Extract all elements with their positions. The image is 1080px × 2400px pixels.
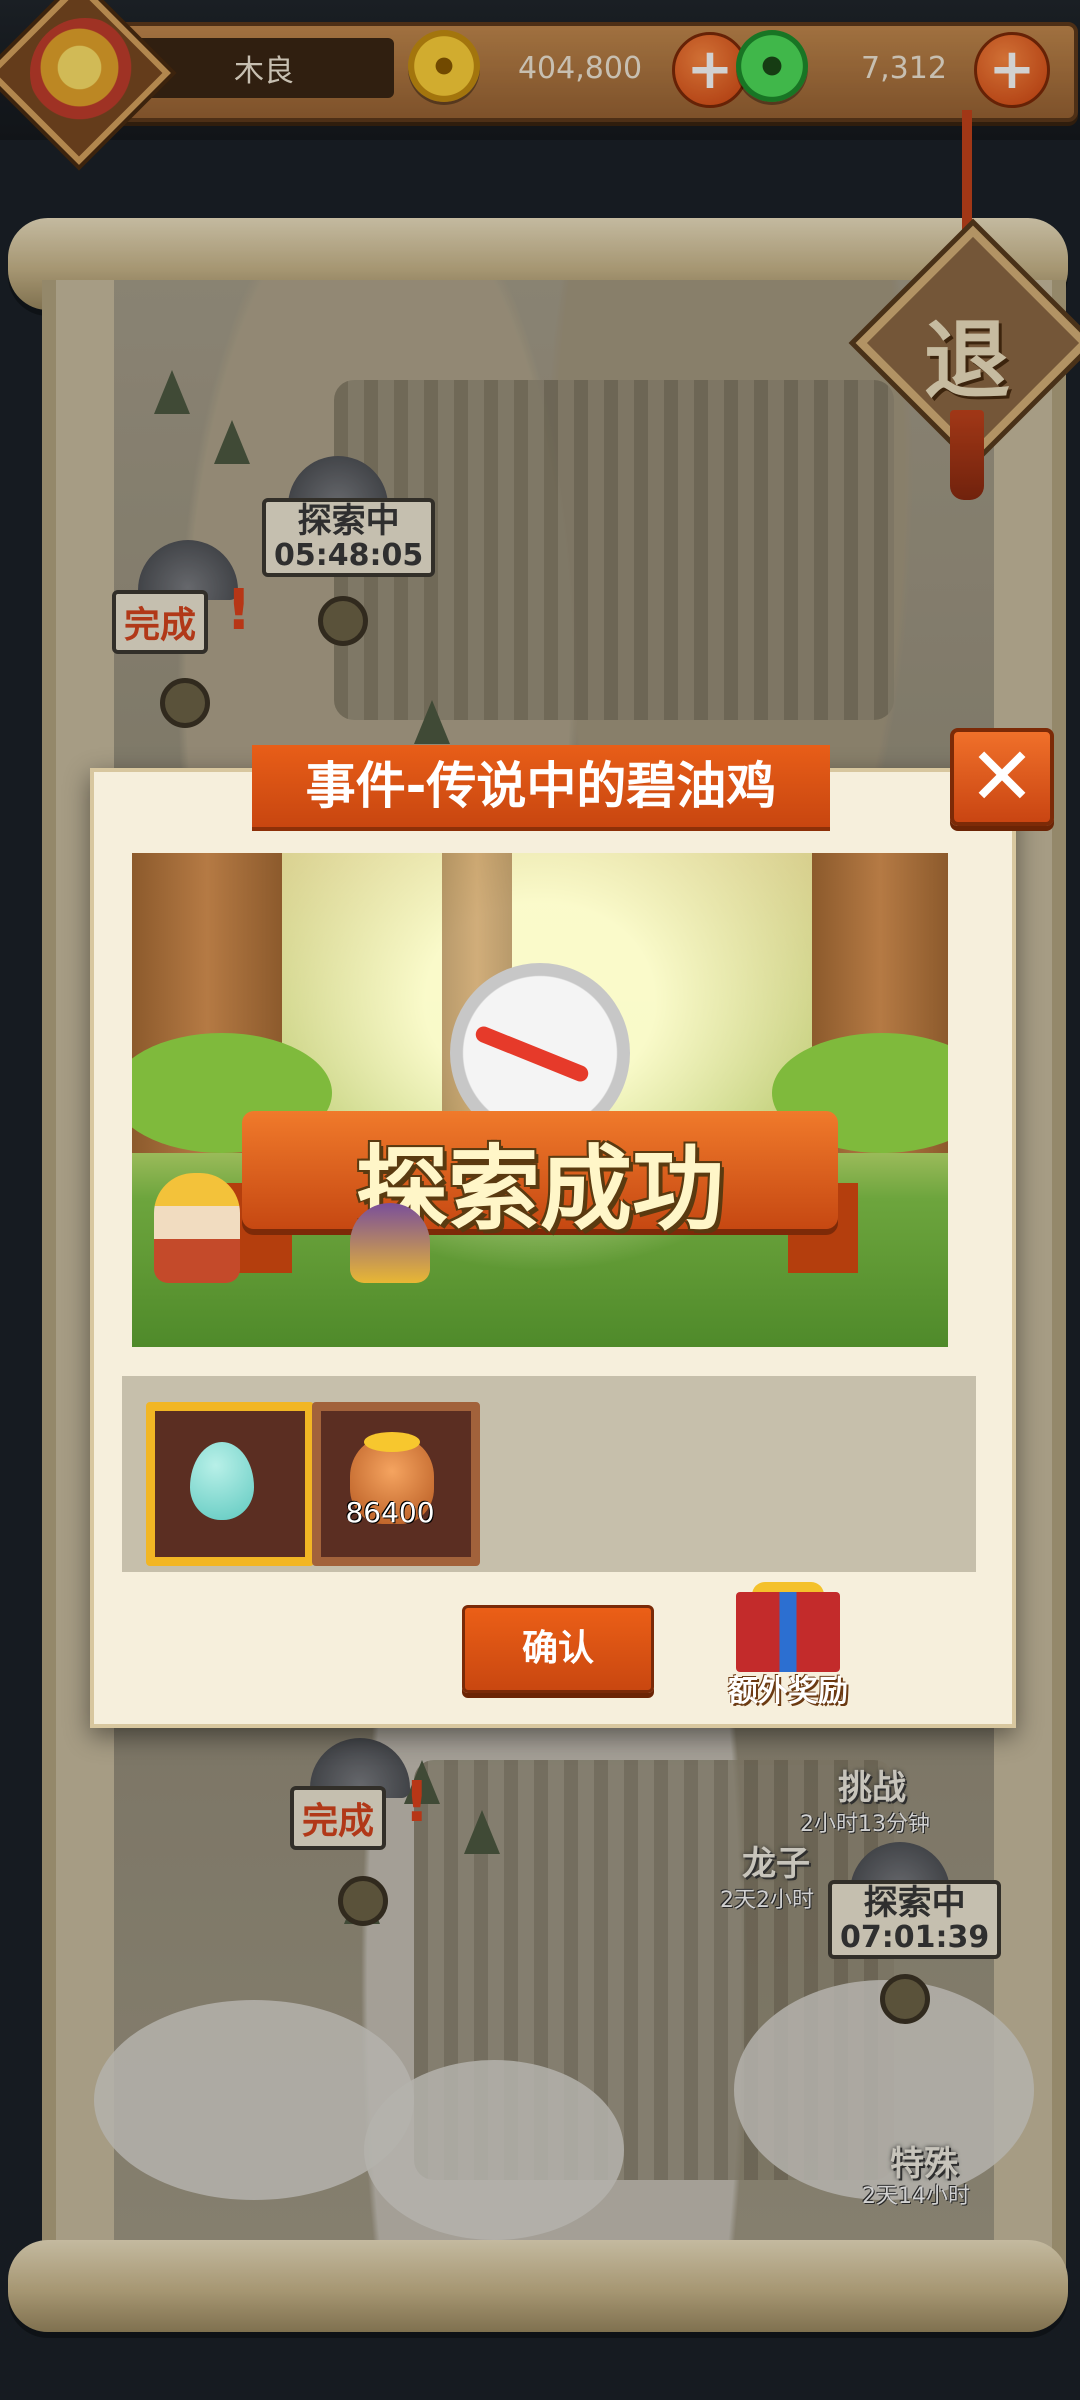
monk-character [154, 1173, 240, 1283]
gold-pile [364, 1432, 420, 1452]
gift-box-icon[interactable] [736, 1592, 840, 1672]
reward-count: 86400 [345, 1496, 435, 1529]
bonus-reward-label[interactable]: 额外奖励 [712, 1666, 864, 1710]
exploration-success-scene: 探索成功 [132, 853, 948, 1347]
success-banner-text: 探索成功 [355, 1136, 724, 1243]
close-icon: ✕ [968, 730, 1036, 823]
companion-character [350, 1203, 430, 1283]
dialog-title: 事件-传说中的碧油鸡 [252, 745, 830, 827]
confirm-button[interactable]: 确认 [462, 1605, 654, 1693]
close-button[interactable]: ✕ [950, 728, 1054, 826]
